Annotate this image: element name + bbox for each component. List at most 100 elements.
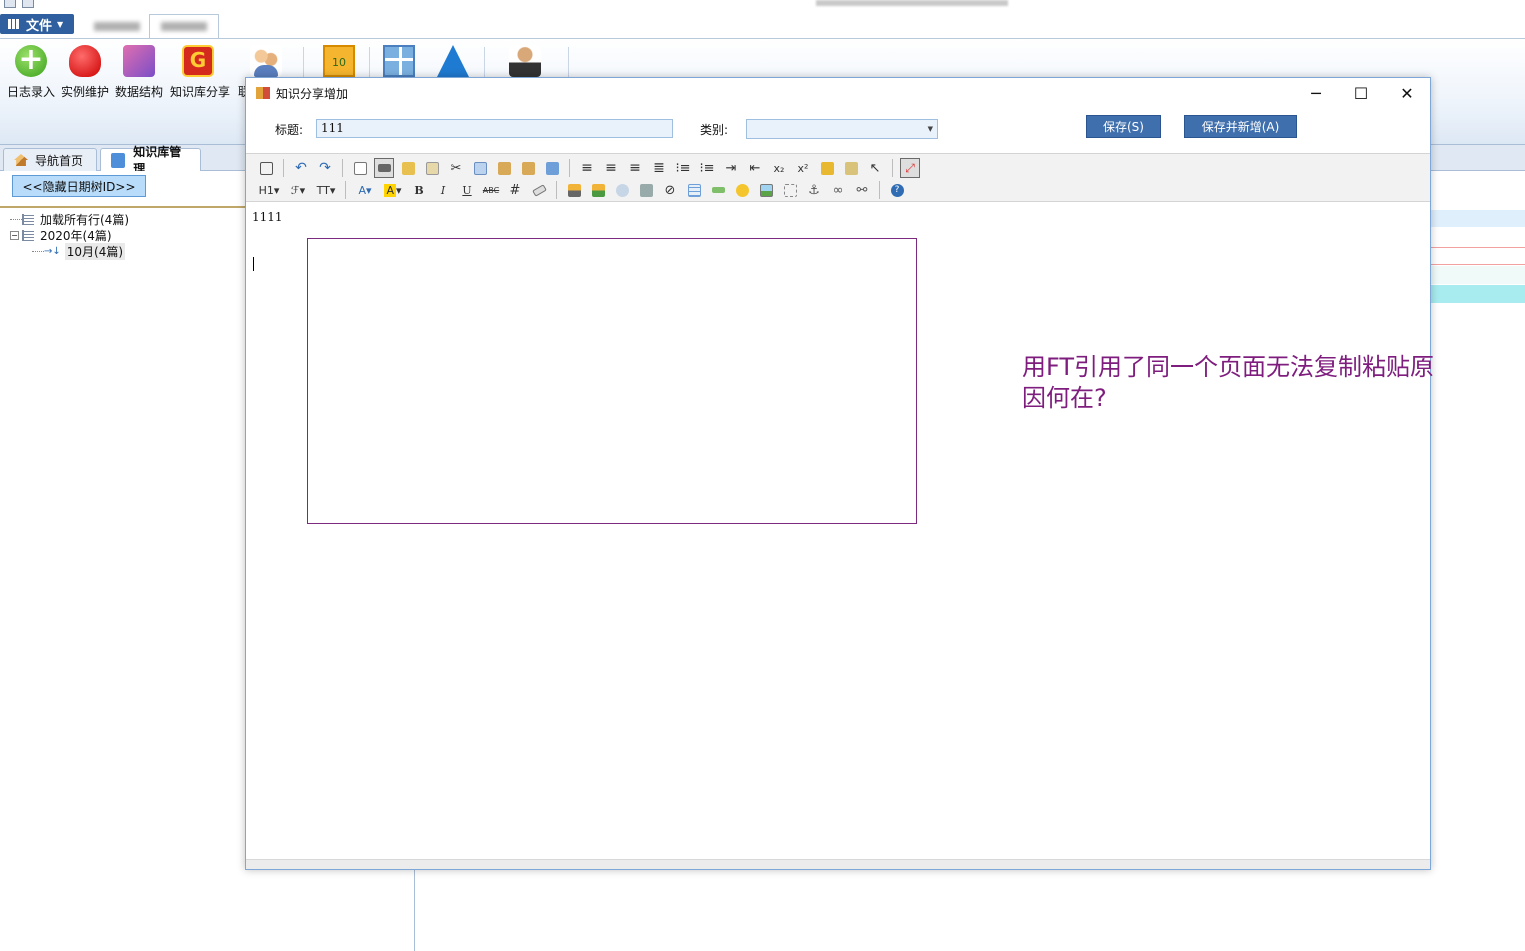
tree-item-year[interactable]: − 2020年(4篇)	[10, 227, 129, 243]
anchor-icon[interactable]: ⚓	[804, 180, 824, 200]
tree-item-load-all[interactable]: 加载所有行(4篇)	[10, 211, 129, 227]
calendar-button[interactable]: 10	[311, 45, 367, 77]
rich-text-editor[interactable]: 1111 用FT引用了同一个页面无法复制粘贴原因何在?	[246, 202, 1434, 861]
save-icon[interactable]	[22, 0, 34, 8]
save-button[interactable]: 保存(S)	[1086, 115, 1161, 138]
copy-icon[interactable]	[470, 158, 490, 178]
emoticon-icon[interactable]	[732, 180, 752, 200]
minimize-button[interactable]: ─	[1293, 78, 1339, 108]
category-select[interactable]: ▼	[746, 119, 938, 139]
tree-item-label: 加载所有行(4篇)	[40, 212, 129, 227]
italic-button[interactable]: I	[433, 180, 453, 200]
print-icon[interactable]	[374, 158, 394, 178]
insert-row-icon[interactable]	[708, 180, 728, 200]
underline-button[interactable]: U	[457, 180, 477, 200]
unordered-list-icon[interactable]: ⁝≡	[697, 158, 717, 178]
save-and-new-button[interactable]: 保存并新增(A)	[1184, 115, 1297, 138]
cut-icon[interactable]: ✂	[446, 158, 466, 178]
insert-flash-icon[interactable]	[612, 180, 632, 200]
insert-media-icon[interactable]	[636, 180, 656, 200]
file-menu-button[interactable]: 文件 ▼	[0, 14, 74, 34]
page-break-icon[interactable]	[780, 180, 800, 200]
collapse-icon[interactable]: −	[10, 230, 19, 240]
unlink-icon[interactable]: ⚯	[852, 180, 872, 200]
font-color-button[interactable]: A ▾	[353, 180, 377, 200]
outdent-icon[interactable]: ⇤	[745, 158, 765, 178]
instance-maintenance-button[interactable]: 实例维护	[57, 45, 113, 100]
tiles-button[interactable]	[371, 45, 427, 77]
log-entry-label: 日志录入	[6, 85, 55, 99]
alarm-icon	[69, 45, 101, 77]
font-color-label: A	[358, 183, 366, 197]
ribbon-tab-redacted-1[interactable]	[86, 14, 148, 38]
align-justify-icon[interactable]: ≣	[649, 158, 669, 178]
embedded-page-frame[interactable]	[307, 238, 917, 524]
title-label: 标题:	[275, 123, 304, 137]
knowledge-share-dialog: 知识分享增加 ─ ☐ ✕ 标题: 111 类别: ▼ 保存(S) 保存并新增(A…	[245, 77, 1434, 870]
calendar-icon: 10	[323, 45, 355, 77]
tree-item-month[interactable]: →↓ 10月(4篇)	[10, 242, 129, 260]
heading-select[interactable]: H1 ▾	[256, 180, 282, 200]
title-input[interactable]: 111	[316, 119, 673, 138]
template-icon[interactable]	[398, 158, 418, 178]
tab-knowledge-base[interactable]: 知识库管理	[100, 145, 201, 176]
select-pointer-icon[interactable]: ↖	[865, 158, 885, 178]
font-family-select[interactable]: ℱ ▾	[286, 180, 310, 200]
undo-icon[interactable]: ↶	[291, 158, 311, 178]
paste-text-icon[interactable]	[518, 158, 538, 178]
divider	[556, 181, 557, 199]
subscript-icon[interactable]: x₂	[769, 158, 789, 178]
close-button[interactable]: ✕	[1384, 78, 1430, 108]
preview-icon[interactable]	[350, 158, 370, 178]
link-icon[interactable]: ∞	[828, 180, 848, 200]
font-size-select[interactable]: TT ▾	[314, 180, 338, 200]
hide-date-tree-button[interactable]: <<隐藏日期树ID>>	[12, 175, 146, 197]
paste-word-icon[interactable]	[542, 158, 562, 178]
tab-home[interactable]: 导航首页	[3, 148, 97, 171]
grid-row[interactable]	[1431, 266, 1525, 284]
bold-button[interactable]: B	[409, 180, 429, 200]
arch-button[interactable]	[425, 45, 481, 77]
agent-button[interactable]	[497, 45, 553, 77]
source-icon[interactable]	[256, 158, 276, 178]
eraser-icon[interactable]	[529, 180, 549, 200]
insert-image-icon[interactable]	[564, 180, 584, 200]
code-icon[interactable]	[422, 158, 442, 178]
list-icon	[22, 229, 34, 241]
grid-row-selected[interactable]	[1431, 285, 1525, 303]
redacted-text	[161, 22, 207, 31]
data-structure-button[interactable]: 数据结构	[111, 45, 167, 100]
indent-icon[interactable]: ⇥	[721, 158, 741, 178]
dialog-status-bar	[246, 859, 1430, 869]
picture-icon[interactable]	[756, 180, 776, 200]
align-right-icon[interactable]: ≡	[625, 158, 645, 178]
ordered-list-icon[interactable]: ⁝≡	[673, 158, 693, 178]
paste-icon[interactable]	[494, 158, 514, 178]
help-icon[interactable]: ?	[887, 180, 907, 200]
align-center-icon[interactable]: ≡	[601, 158, 621, 178]
maximize-button[interactable]: ☐	[1338, 78, 1384, 108]
strikethrough-button[interactable]: ABC	[481, 180, 501, 200]
insert-table-icon[interactable]	[684, 180, 704, 200]
redo-icon[interactable]: ↷	[315, 158, 335, 178]
fullscreen-icon[interactable]: ⤢	[900, 158, 920, 178]
superscript-icon[interactable]: x²	[793, 158, 813, 178]
knowledge-share-button[interactable]: G 知识库分享	[170, 45, 230, 100]
file-menu-label: 文件	[26, 18, 53, 34]
style-icon[interactable]	[841, 158, 861, 178]
editor-toolbar: ↶ ↷ ✂ ≡ ≡ ≡ ≣ ⁝≡ ⁝≡ ⇥ ⇤ x₂ x² ↖ ⤢ H1 ▾ ℱ…	[246, 153, 1430, 202]
search-icon[interactable]	[4, 0, 16, 8]
format-painter-icon[interactable]	[817, 158, 837, 178]
highlight-button[interactable]: A ▾	[381, 180, 405, 200]
divider	[283, 159, 284, 177]
align-left-icon[interactable]: ≡	[577, 158, 597, 178]
attachment-icon[interactable]: ⊘	[660, 180, 680, 200]
insert-gallery-icon[interactable]	[588, 180, 608, 200]
grid-row[interactable]	[1431, 247, 1525, 265]
ribbon-tab-redacted-2[interactable]	[149, 14, 219, 38]
log-entry-button[interactable]: 日志录入	[3, 42, 59, 100]
grid-row[interactable]	[1431, 210, 1525, 227]
table-grid-icon[interactable]: #	[505, 180, 525, 200]
chevron-down-icon: ▼	[57, 19, 64, 29]
date-tree: 加载所有行(4篇) − 2020年(4篇) →↓ 10月(4篇)	[10, 211, 129, 260]
